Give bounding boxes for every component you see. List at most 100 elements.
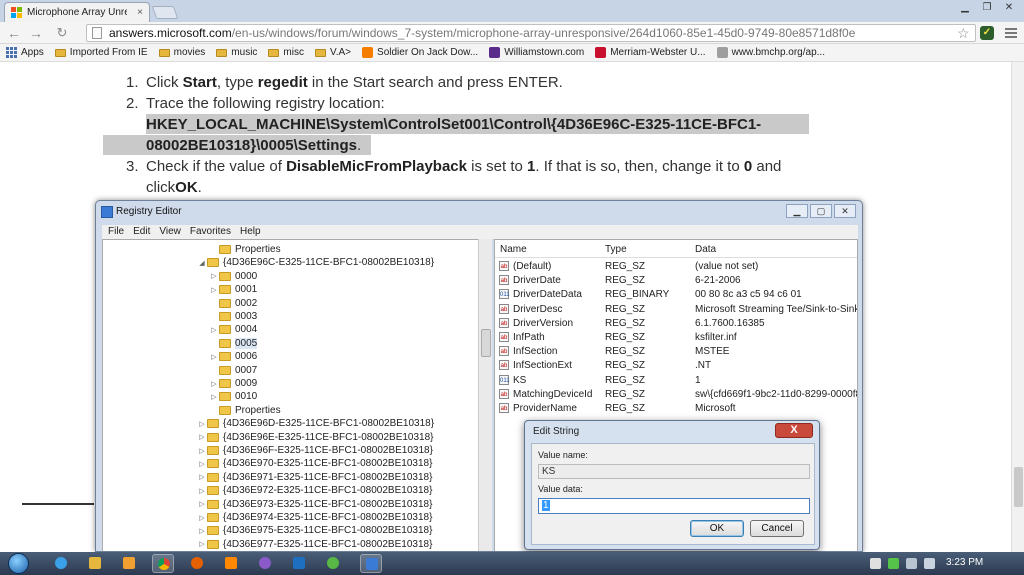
- volume-icon[interactable]: [924, 558, 935, 569]
- media-player-icon[interactable]: [118, 554, 140, 573]
- expand-arrow-icon[interactable]: ▷: [197, 487, 207, 495]
- explorer-icon[interactable]: [84, 554, 106, 573]
- value-row[interactable]: ab ProviderName REG_SZ Microsoft: [495, 402, 857, 416]
- tree-node[interactable]: ▷ 0010: [209, 390, 257, 403]
- ok-button[interactable]: OK: [690, 520, 744, 537]
- tree-node[interactable]: ▷ {4D36E96F-E325-11CE-BFC1-08002BE10318}: [197, 444, 433, 457]
- expand-arrow-icon[interactable]: ▷: [197, 500, 207, 508]
- menu-item[interactable]: File: [108, 225, 124, 239]
- close-window-icon[interactable]: ✕: [998, 0, 1020, 16]
- tree-node[interactable]: Properties: [209, 404, 281, 417]
- column-name-header[interactable]: Name: [500, 244, 527, 255]
- value-row[interactable]: 011 DriverDateData REG_BINARY 00 80 8c a3 c…: [495, 288, 857, 302]
- page-scrollbar-thumb[interactable]: [1014, 467, 1023, 507]
- tray-icon[interactable]: [888, 558, 899, 569]
- tree-node[interactable]: 0005: [209, 337, 258, 350]
- value-row[interactable]: ab InfSectionExt REG_SZ .NT: [495, 359, 857, 373]
- bookmark-item[interactable]: music: [216, 47, 257, 58]
- bookmark-item[interactable]: Merriam-Webster U...: [595, 47, 706, 58]
- firefox-icon[interactable]: [186, 554, 208, 573]
- expand-arrow-icon[interactable]: ▷: [209, 380, 219, 388]
- expand-arrow-icon[interactable]: ▷: [197, 433, 207, 441]
- value-row[interactable]: ab InfPath REG_SZ ksfilter.inf: [495, 331, 857, 345]
- column-data-header[interactable]: Data: [695, 244, 716, 255]
- value-row[interactable]: ab DriverVersion REG_SZ 6.1.7600.16385: [495, 317, 857, 331]
- tree-node[interactable]: ▷ {4D36E972-E325-11CE-BFC1-08002BE10318}: [197, 484, 432, 497]
- tree-node[interactable]: ▷ {4D36E96D-E325-11CE-BFC1-08002BE10318}: [197, 417, 434, 430]
- expand-arrow-icon[interactable]: ▷: [197, 447, 207, 455]
- app-icon[interactable]: [254, 554, 276, 573]
- minimize-icon[interactable]: ▁: [786, 204, 808, 218]
- start-button[interactable]: [6, 552, 32, 575]
- value-row[interactable]: ab InfSection REG_SZ MSTEE: [495, 345, 857, 359]
- expand-arrow-icon[interactable]: ▷: [197, 514, 207, 522]
- bookmark-item[interactable]: Soldier On Jack Dow...: [362, 47, 478, 58]
- tab-close-icon[interactable]: ×: [137, 7, 143, 18]
- new-tab-button[interactable]: [151, 6, 179, 19]
- vlc-icon[interactable]: [220, 554, 242, 573]
- tree-node[interactable]: ▷ {4D36E974-E325-11CE-BFC1-08002BE10318}: [197, 511, 432, 524]
- expand-arrow-icon[interactable]: ▷: [197, 420, 207, 428]
- bookmark-item[interactable]: Williamstown.com: [489, 47, 584, 58]
- tree-node[interactable]: Properties: [209, 243, 281, 256]
- tree-node[interactable]: ▷ {4D36E96E-E325-11CE-BFC1-08002BE10318}: [197, 431, 433, 444]
- chrome-icon[interactable]: [152, 554, 174, 573]
- ie-icon[interactable]: [50, 554, 72, 573]
- menu-item[interactable]: Help: [240, 225, 261, 239]
- menu-item[interactable]: Edit: [133, 225, 150, 239]
- tree-scrollbar-thumb[interactable]: [481, 329, 491, 357]
- bookmark-item[interactable]: misc: [268, 47, 304, 58]
- tree-node[interactable]: ▷ 0009: [209, 377, 257, 390]
- tree-node[interactable]: 0003: [209, 310, 257, 323]
- tree-node[interactable]: ▷ 0000: [209, 270, 257, 283]
- tree-node[interactable]: ▷ {4D36E973-E325-11CE-BFC1-08002BE10318}: [197, 498, 432, 511]
- bookmark-item[interactable]: Apps: [6, 47, 44, 58]
- expand-arrow-icon[interactable]: ▷: [209, 286, 219, 294]
- expand-arrow-icon[interactable]: ▷: [197, 460, 207, 468]
- extension-icon[interactable]: ✓: [980, 26, 994, 40]
- expand-arrow-icon[interactable]: ◢: [197, 259, 207, 267]
- value-row[interactable]: ab (Default) REG_SZ (value not set): [495, 260, 857, 274]
- value-data-input[interactable]: 1: [538, 498, 810, 514]
- expand-arrow-icon[interactable]: ▷: [209, 353, 219, 361]
- value-row[interactable]: ab DriverDesc REG_SZ Microsoft Streaming Te…: [495, 303, 857, 317]
- taskbar-clock[interactable]: 3:23 PM: [946, 557, 983, 568]
- bookmark-item[interactable]: www.bmchp.org/ap...: [716, 47, 825, 58]
- menu-item[interactable]: View: [159, 225, 181, 239]
- column-type-header[interactable]: Type: [605, 244, 627, 255]
- tree-node[interactable]: ◢ {4D36E96C-E325-11CE-BFC1-08002BE10318}: [197, 256, 434, 269]
- dialog-close-button[interactable]: X: [775, 423, 813, 438]
- tree-node[interactable]: 0002: [209, 297, 257, 310]
- tree-scrollbar[interactable]: [478, 239, 492, 551]
- tree-node[interactable]: ▷ {4D36E975-E325-11CE-BFC1-08002BE10318}: [197, 524, 432, 537]
- minimize-icon[interactable]: ▁: [954, 0, 976, 16]
- menu-item[interactable]: Favorites: [190, 225, 231, 239]
- spotify-icon[interactable]: [322, 554, 344, 573]
- network-icon[interactable]: [906, 558, 917, 569]
- expand-arrow-icon[interactable]: ▷: [209, 272, 219, 280]
- tree-node[interactable]: ▷ 0001: [209, 283, 257, 296]
- value-row[interactable]: ab DriverDate REG_SZ 6-21-2006: [495, 274, 857, 288]
- bookmark-item[interactable]: movies: [158, 47, 205, 58]
- expand-arrow-icon[interactable]: ▷: [209, 393, 219, 401]
- value-row[interactable]: ab MatchingDeviceId REG_SZ sw\{cfd669f1-9bc…: [495, 388, 857, 402]
- bookmark-star-icon[interactable]: ☆: [957, 25, 970, 42]
- value-row[interactable]: 011 KS REG_SZ 1: [495, 374, 857, 388]
- address-bar[interactable]: answers.microsoft.com/en-us/windows/foru…: [86, 24, 976, 42]
- maximize-icon[interactable]: ▢: [810, 204, 832, 218]
- close-icon[interactable]: ✕: [834, 204, 856, 218]
- forward-arrow-icon[interactable]: →: [28, 25, 44, 41]
- page-scrollbar[interactable]: [1011, 62, 1024, 552]
- expand-arrow-icon[interactable]: ▷: [197, 473, 207, 481]
- tree-node[interactable]: ▷ 0006: [209, 350, 257, 363]
- bookmark-item[interactable]: Imported From IE: [54, 47, 148, 58]
- expand-arrow-icon[interactable]: ▷: [197, 540, 207, 548]
- tree-node[interactable]: ▷ {4D36E971-E325-11CE-BFC1-08002BE10318}: [197, 471, 432, 484]
- bookmark-item[interactable]: V.A>: [314, 47, 351, 58]
- tray-icon[interactable]: [870, 558, 881, 569]
- back-arrow-icon[interactable]: ←: [6, 25, 22, 41]
- expand-arrow-icon[interactable]: ▷: [197, 527, 207, 535]
- reload-icon[interactable]: ↻: [54, 25, 70, 41]
- outlook-icon[interactable]: [288, 554, 310, 573]
- restore-icon[interactable]: ❐: [976, 0, 998, 16]
